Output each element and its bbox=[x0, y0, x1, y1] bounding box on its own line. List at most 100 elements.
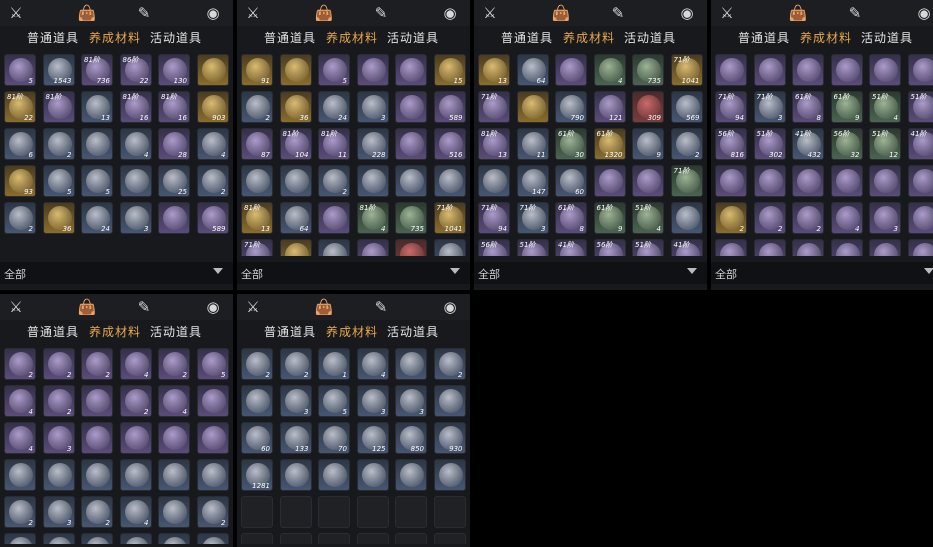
item-slot[interactable] bbox=[433, 385, 466, 417]
item-slot[interactable] bbox=[753, 54, 786, 86]
item-slot[interactable]: 13 bbox=[478, 54, 510, 86]
item-slot[interactable] bbox=[869, 54, 901, 86]
filter-dropdown[interactable]: 全部 bbox=[0, 262, 233, 284]
item-slot[interactable]: 4 bbox=[715, 239, 747, 256]
item-slot[interactable] bbox=[395, 165, 427, 197]
item-slot[interactable] bbox=[196, 385, 229, 417]
item-slot[interactable]: 64 bbox=[516, 54, 549, 86]
item-slot[interactable]: 516 bbox=[433, 128, 466, 160]
item-slot[interactable]: 3 bbox=[356, 91, 389, 123]
item-slot[interactable]: 3 bbox=[279, 385, 312, 417]
item-slot[interactable] bbox=[792, 165, 824, 197]
item-slot[interactable] bbox=[395, 459, 427, 491]
item-slot[interactable]: 25 bbox=[158, 165, 190, 197]
item-slot[interactable]: 71阶 1041 bbox=[670, 54, 703, 86]
item-slot[interactable]: 569 bbox=[670, 91, 703, 123]
item-slot[interactable] bbox=[753, 165, 786, 197]
item-slot[interactable]: 2 bbox=[670, 128, 703, 160]
item-slot[interactable] bbox=[318, 202, 350, 234]
item-slot[interactable]: 41阶 bbox=[907, 128, 933, 160]
item-slot[interactable]: 2 bbox=[81, 348, 113, 380]
item-slot[interactable]: 36 bbox=[42, 202, 75, 234]
item-slot[interactable] bbox=[395, 54, 427, 86]
torch-icon[interactable]: ✎ bbox=[134, 297, 154, 317]
item-slot[interactable] bbox=[356, 165, 389, 197]
item-slot[interactable]: 64 bbox=[279, 202, 312, 234]
item-slot[interactable] bbox=[158, 533, 190, 544]
item-slot[interactable]: 2 bbox=[196, 165, 229, 197]
tab-1[interactable]: 养成材料 bbox=[563, 29, 615, 46]
item-slot[interactable]: 41阶 bbox=[555, 239, 587, 256]
tab-2[interactable]: 活动道具 bbox=[387, 29, 439, 46]
item-slot[interactable]: 2 bbox=[4, 496, 36, 528]
item-slot[interactable] bbox=[81, 128, 113, 160]
item-slot[interactable] bbox=[279, 54, 312, 86]
item-slot[interactable]: 56阶 816 bbox=[715, 128, 747, 160]
item-slot[interactable]: 81阶 736 bbox=[81, 54, 113, 86]
tab-2[interactable]: 活动道具 bbox=[387, 323, 439, 340]
item-slot[interactable] bbox=[196, 533, 229, 544]
item-slot[interactable]: 56阶 bbox=[478, 239, 510, 256]
item-slot[interactable] bbox=[119, 165, 152, 197]
item-slot[interactable] bbox=[356, 459, 389, 491]
item-slot[interactable]: 6 bbox=[4, 128, 36, 160]
item-slot[interactable] bbox=[478, 165, 510, 197]
item-slot[interactable]: 70 bbox=[318, 422, 350, 454]
bag-icon[interactable]: 👜 bbox=[77, 3, 97, 23]
item-slot[interactable]: 61阶 8 bbox=[792, 91, 824, 123]
item-slot[interactable]: 71阶 3 bbox=[516, 202, 549, 234]
item-slot[interactable]: 91 bbox=[241, 54, 273, 86]
item-slot[interactable] bbox=[516, 91, 549, 123]
tab-0[interactable]: 普通道具 bbox=[501, 29, 553, 46]
item-slot[interactable]: 5 bbox=[4, 54, 36, 86]
bag-icon[interactable]: 👜 bbox=[77, 297, 97, 317]
swords-icon[interactable]: ⚔ bbox=[243, 3, 263, 23]
item-slot[interactable]: 3 bbox=[395, 385, 427, 417]
item-slot[interactable]: 2 bbox=[4, 202, 36, 234]
bulb-icon[interactable]: ◉ bbox=[440, 297, 460, 317]
item-slot[interactable]: 60 bbox=[241, 422, 273, 454]
item-slot[interactable]: 790 bbox=[555, 91, 587, 123]
item-slot[interactable] bbox=[196, 422, 229, 454]
item-slot[interactable] bbox=[395, 348, 427, 380]
item-slot[interactable]: 2 bbox=[42, 348, 75, 380]
item-slot[interactable] bbox=[4, 459, 36, 491]
tab-1[interactable]: 养成材料 bbox=[326, 29, 378, 46]
item-slot[interactable]: 41阶 432 bbox=[792, 128, 824, 160]
swords-icon[interactable]: ⚔ bbox=[6, 297, 26, 317]
item-slot[interactable]: 61阶 9 bbox=[830, 91, 863, 123]
item-slot[interactable]: 2 bbox=[792, 202, 824, 234]
item-slot[interactable]: 13 bbox=[81, 91, 113, 123]
item-slot[interactable] bbox=[907, 54, 933, 86]
item-slot[interactable] bbox=[356, 54, 389, 86]
item-slot[interactable]: 71阶 bbox=[478, 91, 510, 123]
item-slot[interactable] bbox=[792, 54, 824, 86]
swords-icon[interactable]: ⚔ bbox=[480, 3, 500, 23]
item-slot[interactable]: 5 bbox=[42, 165, 75, 197]
item-slot[interactable]: 4 bbox=[830, 202, 863, 234]
tab-2[interactable]: 活动道具 bbox=[861, 29, 913, 46]
item-slot[interactable] bbox=[830, 165, 863, 197]
item-slot[interactable]: 51阶 4 bbox=[632, 202, 664, 234]
item-slot[interactable]: 2 bbox=[279, 348, 312, 380]
item-slot[interactable]: 81阶 13 bbox=[241, 202, 273, 234]
filter-dropdown[interactable]: 全部 bbox=[474, 262, 707, 284]
tab-0[interactable]: 普通道具 bbox=[264, 323, 316, 340]
item-slot[interactable]: 4 bbox=[119, 348, 152, 380]
swords-icon[interactable]: ⚔ bbox=[243, 297, 263, 317]
item-slot[interactable]: 5 bbox=[318, 54, 350, 86]
item-slot[interactable] bbox=[42, 533, 75, 544]
item-slot[interactable]: 2 bbox=[753, 202, 786, 234]
item-slot[interactable]: 4 bbox=[119, 128, 152, 160]
item-slot[interactable]: 15 bbox=[433, 54, 466, 86]
item-slot[interactable]: 130 bbox=[158, 54, 190, 86]
item-slot[interactable]: 1281 bbox=[241, 459, 273, 491]
item-slot[interactable]: 41阶 bbox=[670, 239, 703, 256]
item-slot[interactable]: 2 bbox=[241, 348, 273, 380]
item-slot[interactable]: 93 bbox=[4, 165, 36, 197]
item-slot[interactable] bbox=[907, 165, 933, 197]
bulb-icon[interactable]: ◉ bbox=[914, 3, 933, 23]
item-slot[interactable]: 4 bbox=[158, 385, 190, 417]
item-slot[interactable]: 87 bbox=[241, 128, 273, 160]
item-slot[interactable]: 5 bbox=[81, 165, 113, 197]
